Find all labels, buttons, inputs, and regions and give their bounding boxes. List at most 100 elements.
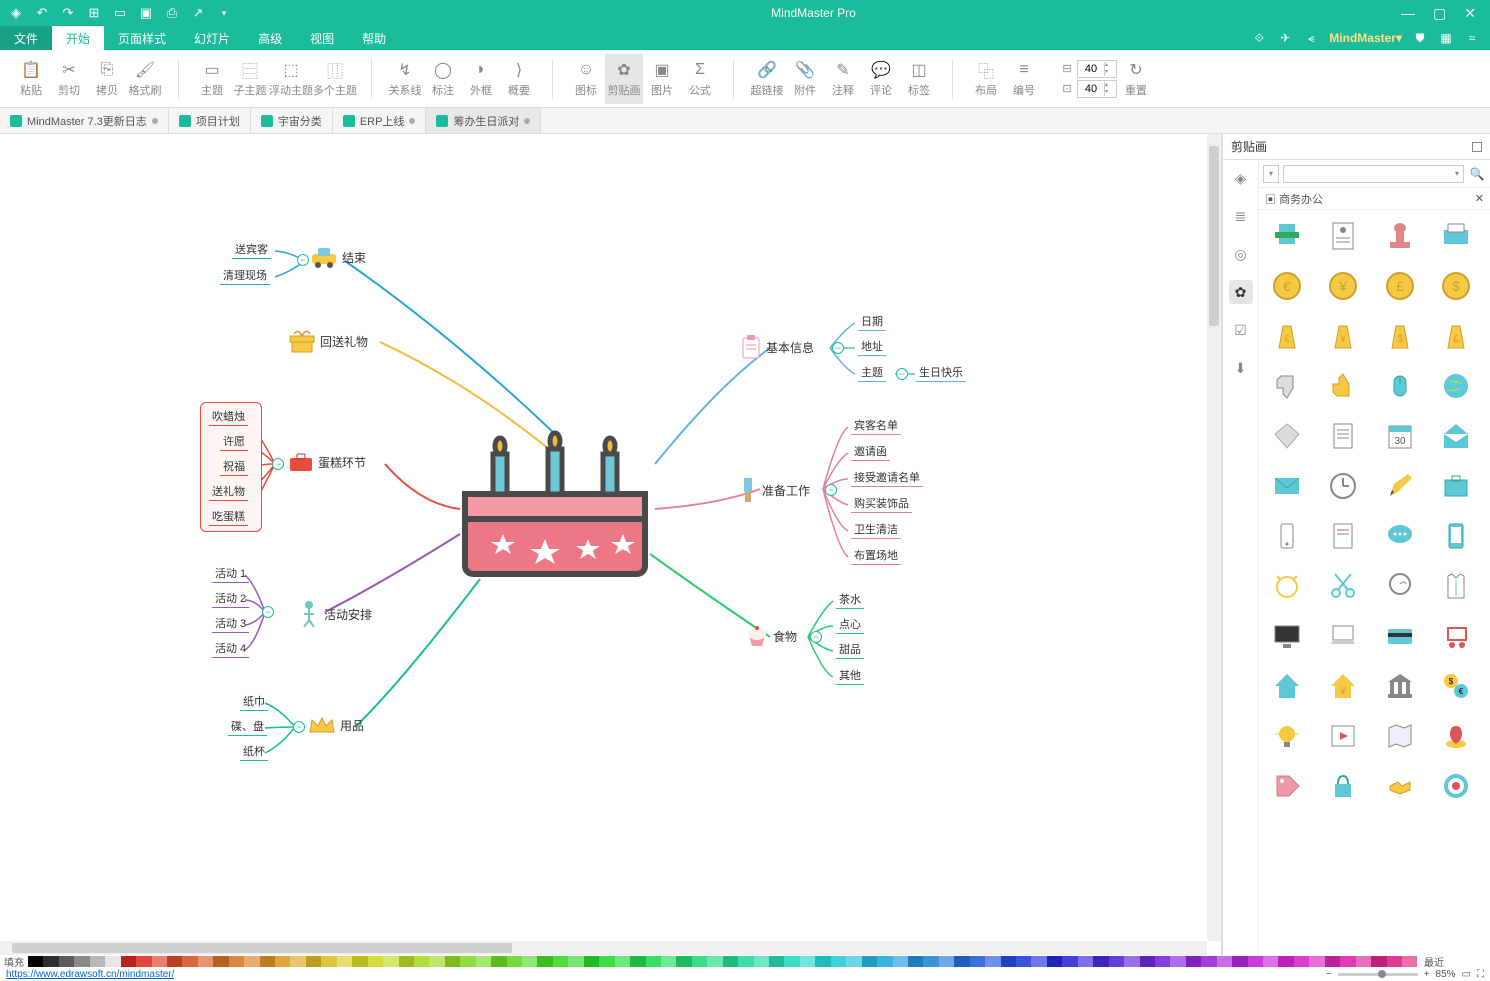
- clip-mouse[interactable]: [1378, 366, 1422, 406]
- fit-page-icon[interactable]: ▭: [1462, 969, 1471, 980]
- clip-coin-dollar[interactable]: $: [1434, 266, 1478, 306]
- save-icon[interactable]: ▣: [138, 5, 154, 21]
- icon-button[interactable]: ☺图标: [567, 54, 605, 104]
- category-close-icon[interactable]: ✕: [1475, 192, 1484, 205]
- clip-shirt[interactable]: [1434, 566, 1478, 606]
- clip-bag-pound[interactable]: £: [1434, 316, 1478, 356]
- clip-head[interactable]: [1378, 566, 1422, 606]
- leaf-prep-4[interactable]: 卫生清洁: [851, 520, 901, 539]
- clip-tablet[interactable]: [1434, 516, 1478, 556]
- comment-button[interactable]: 💬评论: [862, 54, 900, 104]
- horizontal-scrollbar[interactable]: [0, 941, 1207, 955]
- vertical-scrollbar[interactable]: [1207, 134, 1221, 941]
- clip-laptop[interactable]: [1321, 616, 1365, 656]
- leaf-basic-1[interactable]: 地址: [858, 337, 886, 356]
- doc-tab-3[interactable]: ERP上线: [333, 108, 427, 133]
- central-topic-cake[interactable]: [455, 424, 655, 584]
- clip-note[interactable]: [1321, 516, 1365, 556]
- topic-prep[interactable]: 准备工作: [738, 476, 810, 504]
- canvas-area[interactable]: 结束 − 送宾客 清理现场 回送礼物 蛋糕环节 − 吹蜡烛 许愿 祝福 送礼物 …: [0, 134, 1222, 955]
- clip-calendar[interactable]: 30: [1378, 416, 1422, 456]
- clip-chat[interactable]: [1378, 516, 1422, 556]
- boundary-button[interactable]: ◗外框: [462, 54, 500, 104]
- summary-button[interactable]: ⟩概要: [500, 54, 538, 104]
- sidebar-task-icon[interactable]: ☑: [1229, 318, 1253, 342]
- clip-bank[interactable]: [1378, 666, 1422, 706]
- pin-icon[interactable]: [1472, 142, 1482, 152]
- clip-diamond[interactable]: [1265, 416, 1309, 456]
- collapse-end[interactable]: −: [297, 254, 309, 266]
- clip-globe[interactable]: [1434, 366, 1478, 406]
- clip-house[interactable]: [1265, 666, 1309, 706]
- leaf-end-0[interactable]: 送宾客: [232, 240, 271, 259]
- sidebar-clipart-icon[interactable]: ✿: [1229, 280, 1253, 304]
- zoom-out-icon[interactable]: −: [1326, 969, 1332, 980]
- menu-file[interactable]: 文件: [0, 26, 52, 50]
- minimize-icon[interactable]: —: [1401, 5, 1415, 22]
- clip-thumbdown[interactable]: [1265, 366, 1309, 406]
- menu-tab-advanced[interactable]: 高级: [244, 26, 296, 50]
- open-icon[interactable]: ▭: [112, 5, 128, 21]
- menu-tab-slide[interactable]: 幻灯片: [180, 26, 244, 50]
- clip-bag-dollar[interactable]: $: [1378, 316, 1422, 356]
- clip-target[interactable]: [1434, 766, 1478, 806]
- topic-end[interactable]: 结束: [310, 246, 366, 268]
- multi-topic-button[interactable]: ⿲多个主题: [313, 54, 357, 104]
- clip-cart[interactable]: [1434, 616, 1478, 656]
- send-icon[interactable]: ⟐: [1251, 30, 1267, 46]
- width-input[interactable]: ▴▾: [1077, 60, 1117, 78]
- leaf-sup-2[interactable]: 纸杯: [240, 742, 268, 761]
- footer-link[interactable]: https://www.edrawsoft.cn/mindmaster/: [6, 969, 174, 980]
- doc-tab-2[interactable]: 宇宙分类: [251, 108, 333, 133]
- mail-icon[interactable]: ✈: [1277, 30, 1293, 46]
- collapse-supply[interactable]: −: [293, 721, 305, 733]
- clip-briefcase[interactable]: [1434, 466, 1478, 506]
- color-palette[interactable]: [28, 956, 1418, 967]
- clip-printer[interactable]: [1434, 216, 1478, 256]
- clip-resume[interactable]: [1321, 216, 1365, 256]
- theme-icon[interactable]: ⛊: [1412, 30, 1428, 46]
- reset-button[interactable]: ↻重置: [1117, 54, 1155, 104]
- clip-phone[interactable]: [1265, 516, 1309, 556]
- leaf-food-0[interactable]: 茶水: [836, 590, 864, 609]
- collapse-food[interactable]: −: [810, 631, 822, 643]
- clip-stamp[interactable]: [1378, 216, 1422, 256]
- leaf-end-1[interactable]: 清理现场: [220, 266, 270, 285]
- collapse-ribbon-icon[interactable]: ≈: [1464, 30, 1480, 46]
- clip-map[interactable]: [1378, 716, 1422, 756]
- clip-scissors[interactable]: [1321, 566, 1365, 606]
- clipart-button[interactable]: ✿剪贴画: [605, 54, 643, 104]
- menu-tab-view[interactable]: 视图: [296, 26, 348, 50]
- clip-envelope[interactable]: [1265, 466, 1309, 506]
- leaf-act-2[interactable]: 活动 3: [212, 614, 249, 633]
- close-icon[interactable]: ✕: [1464, 5, 1476, 22]
- clip-coin-pound[interactable]: £: [1378, 266, 1422, 306]
- clip-pencil[interactable]: [1378, 466, 1422, 506]
- clip-house-yen[interactable]: ¥: [1321, 666, 1365, 706]
- export-icon[interactable]: ↗: [190, 5, 206, 21]
- leaf-cake-1[interactable]: 许愿: [220, 432, 248, 451]
- doc-tab-1[interactable]: 项目计划: [169, 108, 251, 133]
- leaf-basic-2[interactable]: 主题: [858, 363, 886, 382]
- tag-button[interactable]: ◫标签: [900, 54, 938, 104]
- leaf-basic-extra[interactable]: 生日快乐: [916, 363, 966, 382]
- sidebar-export-icon[interactable]: ⬇: [1229, 356, 1253, 380]
- copy-button[interactable]: ⎘拷贝: [88, 54, 126, 104]
- leaf-food-3[interactable]: 其他: [836, 666, 864, 685]
- clip-bag-yen[interactable]: ¥: [1321, 316, 1365, 356]
- brand-label[interactable]: MindMaster▾: [1329, 31, 1402, 45]
- number-button[interactable]: ≡编号: [1005, 54, 1043, 104]
- clip-handshake[interactable]: [1378, 766, 1422, 806]
- app-logo-icon[interactable]: ◈: [8, 5, 24, 21]
- share-icon[interactable]: ⪪: [1303, 30, 1319, 46]
- topic-supply[interactable]: 用品: [308, 714, 364, 736]
- cut-button[interactable]: ✂剪切: [50, 54, 88, 104]
- qat-more-icon[interactable]: ▾: [216, 5, 232, 21]
- collapse-basic-theme[interactable]: −: [896, 368, 908, 380]
- leaf-prep-1[interactable]: 邀请函: [851, 442, 890, 461]
- menu-tab-help[interactable]: 帮助: [348, 26, 400, 50]
- leaf-sup-1[interactable]: 碟、盘: [228, 717, 267, 736]
- clip-exchange[interactable]: $€: [1434, 666, 1478, 706]
- clip-video[interactable]: [1321, 716, 1365, 756]
- float-topic-button[interactable]: ⬚浮动主题: [269, 54, 313, 104]
